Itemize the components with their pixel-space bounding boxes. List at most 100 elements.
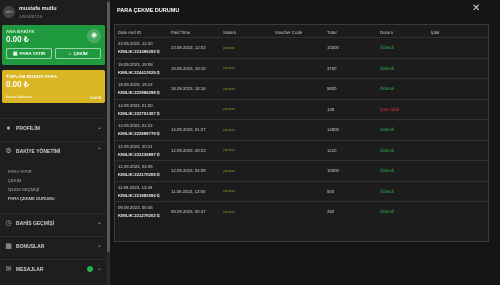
nav-profile[interactable]: ● PROFİLİM ⌄ [0, 118, 107, 138]
withdraw-button[interactable]: ⌂ ÇEKİM [55, 48, 101, 59]
row-system: paparaa [223, 127, 235, 132]
eye-icon[interactable]: ◉ [87, 29, 101, 43]
bonus-balance-value: 0.00 ₺ [6, 80, 29, 89]
row-system: paparaa [223, 168, 235, 173]
row-date: 12.09.2023, 20:21 [118, 143, 153, 149]
avatar[interactable]: M/n [3, 6, 15, 18]
row-id: KIMLIK:222170205⧉ [118, 172, 160, 177]
row-id-text: KIMLIK:222170205 [118, 172, 156, 177]
bank-icon: ⌂ [68, 51, 72, 57]
row-id-text: KIMLIK:221279202 [118, 213, 156, 218]
row-status: Ödendi [380, 86, 394, 91]
row-system: paparaa [223, 148, 235, 152]
submenu-deposit[interactable]: PARA YATIR [8, 169, 32, 174]
nav-bet-history[interactable]: ◷ BAHİS GEÇMİŞİ ⌄ [0, 213, 107, 233]
row-id: KIMLIK:221982094⧉ [118, 193, 160, 198]
column-header-paid-time: Paid Time [171, 30, 191, 35]
copy-icon[interactable]: ⧉ [157, 152, 160, 157]
row-paid-time: 12.09.2023, 04:08 [171, 168, 206, 173]
row-amount: 5800 [327, 86, 337, 91]
row-amount: 500 [327, 188, 335, 194]
row-paid-time: 11.09.2023, 13:50 [171, 188, 206, 194]
table-row: 18.09.2023, 19:14 KIMLIK:222965298⧉ 18.09.… [115, 78, 488, 97]
chevron-down-icon: ⌄ [96, 243, 102, 249]
deposit-label: PARA YATIR [19, 51, 46, 56]
row-amount: 139 [327, 106, 335, 112]
submenu-transaction-history[interactable]: İŞLEM GEÇMİŞİ [8, 187, 39, 192]
row-id-text: KIMLIK:222965298 [118, 90, 156, 95]
row-system: paparaa [223, 86, 235, 91]
row-id: KIMLIK:221279202⧉ [118, 213, 160, 218]
row-amount: 3700 [327, 65, 337, 71]
row-paid-time: 12.09.2023, 20:23 [171, 147, 206, 153]
row-id-text: KIMLIK:222701367 [118, 110, 156, 116]
row-id-text: KIMLIK:222235897 [118, 151, 156, 157]
row-date: 23.09.2023, 12:40 [118, 41, 153, 46]
column-header-system: Sistem [223, 30, 237, 35]
row-id-text: KIMLIK:223496293 [118, 49, 156, 54]
row-paid-time: 23.09.2023, 12:03 [171, 45, 206, 50]
nav-messages[interactable]: ✉ MESAJLAR ⌄ [0, 259, 107, 279]
copy-icon[interactable]: ⧉ [157, 70, 160, 75]
nav-balance-label: BAKİYE YÖNETİMİ [16, 148, 61, 155]
row-date: 18.09.2023, 19:14 [118, 82, 153, 87]
user-name: mustafa mutlu [19, 6, 57, 12]
main-balance-card: ANA BAKİYE 0.00 ₺ ◉ ▣ PARA YATIR ⌂ ÇEKİM [2, 25, 105, 65]
main-balance-value: 0.00 ₺ [6, 35, 29, 44]
copy-icon[interactable]: ⧉ [157, 111, 160, 116]
user-info: M/n mustafa mutlu 1/6/19/87/16 [3, 5, 103, 23]
copy-icon[interactable]: ⧉ [157, 193, 160, 198]
row-id: KIMLIK:224413025⧉ [118, 70, 160, 75]
main-balance-label: ANA BAKİYE [6, 29, 35, 34]
row-id: KIMLIK:222701367⧉ [118, 111, 160, 116]
table-row: 12.09.2023, 04:06 KIMLIK:222170205⧉ 12.09.… [115, 160, 488, 179]
row-system: paparaa [223, 45, 235, 50]
wallet-icon: ▣ [12, 51, 18, 57]
chevron-up-icon: ⌃ [96, 148, 102, 154]
row-id-text: KIMLIK:224413025 [118, 69, 156, 75]
row-date: 14.09.2023, 01:20 [118, 102, 153, 108]
copy-icon[interactable]: ⧉ [157, 172, 160, 177]
table-row: 09.09.2023, 00:46 KIMLIK:221279202⧉ 09.09.… [115, 201, 488, 220]
table-row: 11.09.2023, 13:49 KIMLIK:221982094⧉ 11.09.… [115, 180, 488, 200]
row-status: Ödendi [380, 45, 394, 50]
gift-icon: ▦ [5, 243, 12, 250]
close-icon[interactable]: ✕ [472, 3, 480, 14]
row-status: Ödendi [380, 188, 394, 194]
user-id: 1/6/19/87/16 [19, 14, 43, 19]
copy-icon[interactable]: ⧉ [157, 90, 160, 95]
row-amount: 10000 [327, 168, 339, 173]
row-paid-time: 14.09.2023, 01:27 [171, 127, 206, 132]
bonus-sub-value: 0.00 ₺ [90, 96, 101, 100]
nav-bonuses[interactable]: ▦ BONUSLAR ⌄ [0, 236, 107, 256]
copy-icon[interactable]: ⧉ [157, 49, 160, 54]
submenu-withdraw[interactable]: ÇEKİM [8, 178, 21, 183]
deposit-button[interactable]: ▣ PARA YATIR [6, 48, 52, 59]
row-date: 19.09.2023, 19:08 [118, 61, 153, 67]
chevron-down-icon: ⌄ [96, 266, 102, 272]
copy-icon[interactable]: ⧉ [157, 213, 160, 218]
row-amount: 250 [327, 209, 335, 214]
column-header-amount: Tutar [327, 30, 337, 35]
row-id-text: KIMLIK:222699779 [118, 131, 156, 136]
row-id: KIMLIK:222235897⧉ [118, 152, 160, 157]
gear-icon: ⚙ [5, 148, 12, 155]
row-system: paparaa [223, 107, 235, 111]
nav-balance-management[interactable]: ⚙ BAKİYE YÖNETİMİ ⌃ [0, 141, 107, 161]
user-icon: ● [6, 125, 11, 132]
nav-bets-label: BAHİS GEÇMİŞİ [16, 220, 55, 227]
table-row: 14.09.2023, 01:20 KIMLIK:222701367⧉ papara… [115, 98, 488, 118]
chevron-down-icon: ⌄ [96, 125, 102, 131]
row-date: 12.09.2023, 04:06 [118, 164, 153, 169]
copy-icon[interactable]: ⧉ [157, 131, 160, 136]
row-status: Ödendi [380, 209, 394, 214]
balance-submenu: PARA YATIR ÇEKİM İŞLEM GEÇMİŞİ PARA ÇEKM… [0, 165, 107, 205]
column-header-status: Durum [380, 30, 393, 35]
submenu-withdraw-status[interactable]: PARA ÇEKME DURUMU [8, 196, 55, 201]
bonus-sub-label: Bonus Bakiyesi [6, 95, 32, 99]
row-paid-time: 18.09.2023, 18:16 [171, 86, 206, 91]
column-header-cancel: İptal [431, 30, 440, 35]
row-id: KIMLIK:222699779⧉ [118, 131, 160, 136]
sidebar: M/n mustafa mutlu 1/6/19/87/16 ANA BAKİY… [0, 0, 107, 285]
chevron-down-icon: ⌄ [96, 220, 102, 226]
